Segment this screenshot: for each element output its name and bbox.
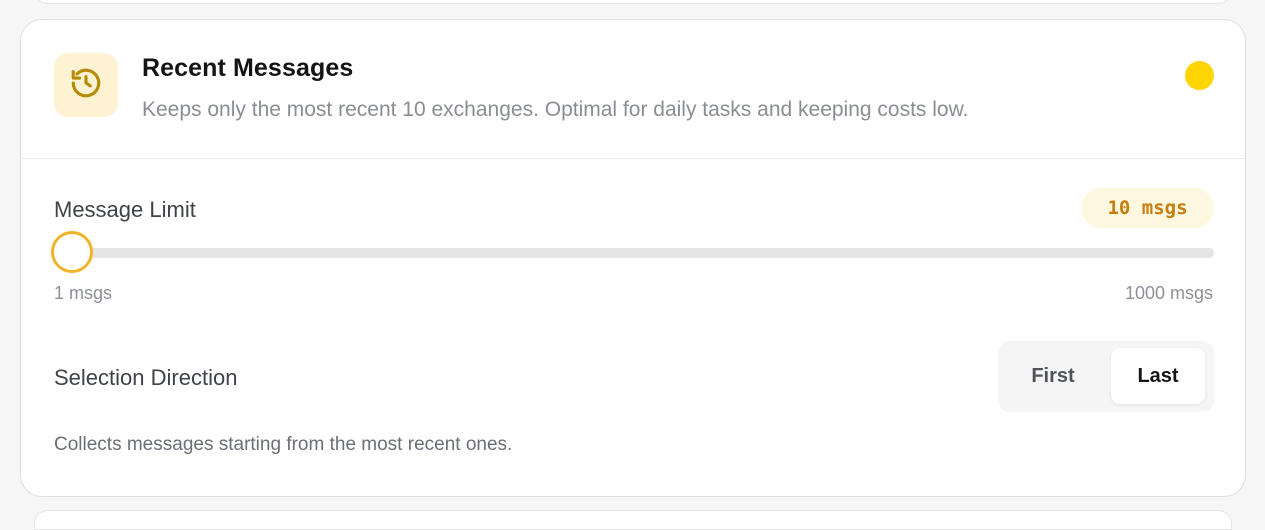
card-title: Recent Messages (142, 54, 354, 82)
selection-direction-label: Selection Direction (54, 365, 238, 390)
message-limit-slider[interactable] (51, 230, 1214, 274)
next-card-edge (34, 510, 1232, 530)
slider-max-label: 1000 msgs (1124, 283, 1213, 303)
message-limit-label: Message Limit (54, 197, 196, 222)
slider-min-label: 1 msgs (54, 283, 113, 303)
selection-direction-toggle: First Last (998, 341, 1214, 412)
slider-thumb[interactable] (51, 231, 94, 273)
history-clock-icon (69, 66, 103, 105)
icon-container (54, 53, 118, 117)
card-description: Keeps only the most recent 10 exchanges.… (142, 98, 969, 121)
slider-track[interactable] (54, 248, 1214, 258)
recent-messages-card: Recent Messages Keeps only the most rece… (20, 19, 1246, 497)
card-header: Recent Messages Keeps only the most rece… (21, 20, 1245, 159)
direction-first-button[interactable]: First (1004, 348, 1102, 404)
status-indicator (1185, 61, 1214, 90)
direction-last-button[interactable]: Last (1111, 348, 1205, 404)
message-limit-value-badge: 10 msgs (1081, 188, 1214, 228)
previous-card-edge (34, 0, 1232, 4)
direction-help-text: Collects messages starting from the most… (54, 434, 513, 455)
